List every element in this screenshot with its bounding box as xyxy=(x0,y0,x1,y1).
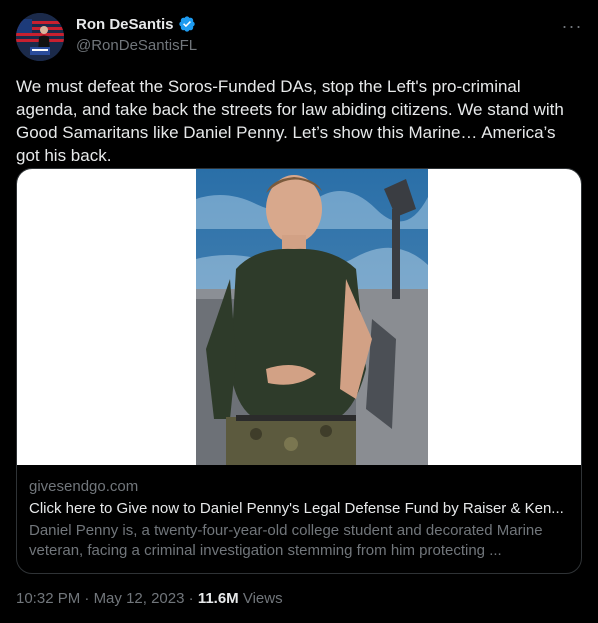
link-card-title: Click here to Give now to Daniel Penny's… xyxy=(29,500,564,517)
separator: · xyxy=(188,590,194,607)
avatar-image xyxy=(16,13,64,61)
verified-badge-icon xyxy=(178,15,196,33)
link-card-media xyxy=(17,169,581,465)
link-card-domain: givesendgo.com xyxy=(29,478,139,495)
views-label: Views xyxy=(242,590,283,607)
author-handle[interactable]: @RonDeSantisFL xyxy=(76,37,197,54)
avatar[interactable] xyxy=(16,13,64,61)
more-options-label: ··· xyxy=(561,15,583,36)
link-card-meta: givesendgo.com Click here to Give now to… xyxy=(17,465,581,561)
link-card-photo xyxy=(196,169,428,465)
tweet-time[interactable]: 10:32 PM xyxy=(16,590,80,607)
separator: · xyxy=(84,590,90,607)
tweet-date[interactable]: May 12, 2023 xyxy=(94,590,185,607)
author-name-row: Ron DeSantis xyxy=(76,15,196,33)
views-count: 11.6M xyxy=(197,590,239,607)
more-options-icon[interactable]: ··· xyxy=(560,14,584,38)
tweet-text: We must defeat the Soros-Funded DAs, sto… xyxy=(16,77,564,165)
author-display-name[interactable]: Ron DeSantis xyxy=(76,16,174,33)
tweet-timestamp-row: 10:32 PM · May 12, 2023 · 11.6M Views xyxy=(16,590,283,607)
link-card-description: Daniel Penny is, a twenty-four-year-old … xyxy=(29,522,543,559)
tweet: Ron DeSantis @RonDeSantisFL ··· We must … xyxy=(0,0,598,623)
link-card[interactable]: givesendgo.com Click here to Give now to… xyxy=(16,168,582,574)
